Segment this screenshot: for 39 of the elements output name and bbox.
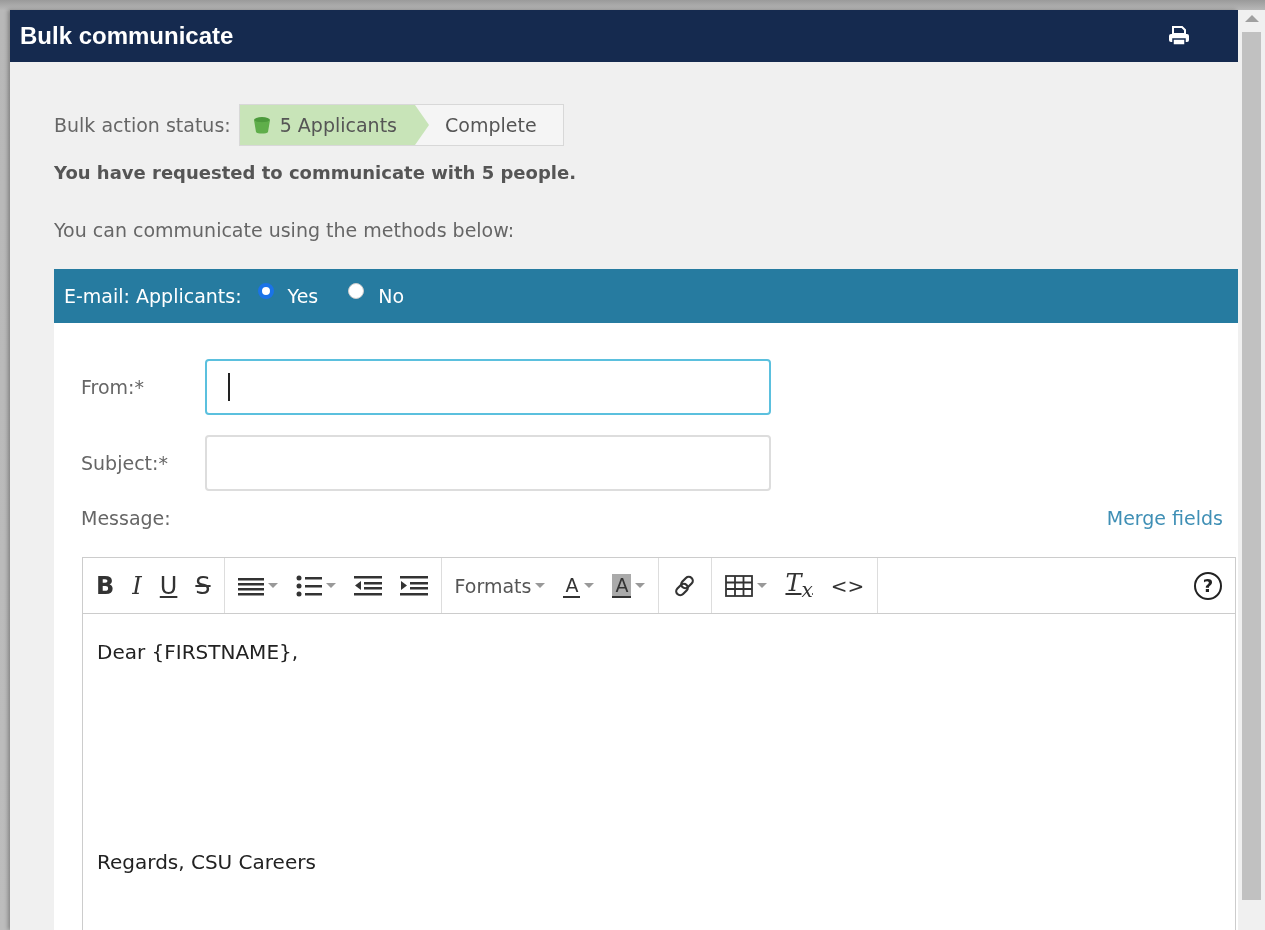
radio-label[interactable]: Yes [287, 285, 319, 307]
radio-label[interactable]: No [378, 285, 405, 307]
align-icon [237, 575, 264, 596]
merge-fields-link[interactable]: Merge fields [1106, 507, 1223, 529]
table-icon [725, 574, 754, 597]
message-editor[interactable]: B I U S Formats A A T$_{x}$ <> ? Dear {FIRSTNAME}, Regards, CSU Careers [82, 557, 1236, 930]
source-code-button[interactable]: <> [823, 569, 872, 602]
input-field[interactable] [205, 435, 771, 491]
radio-button[interactable] [348, 283, 365, 299]
print-icon[interactable] [1168, 26, 1190, 46]
summary-text: You have requested to communicate with 5 people. [54, 162, 577, 183]
status-label: Bulk action status: [54, 114, 231, 136]
scrollbar[interactable] [1238, 10, 1265, 930]
indent-icon [399, 574, 428, 597]
message-body[interactable]: Dear {FIRSTNAME}, Regards, CSU Careers [83, 614, 1235, 930]
radio-button[interactable] [257, 283, 274, 299]
message-text: Regards, CSU Careers [97, 850, 317, 874]
email-label: E-mail: Applicants: [64, 285, 242, 307]
strikethrough-button[interactable]: S [188, 567, 218, 604]
bold-button[interactable]: B [89, 567, 122, 604]
intro-text: You can communicate using the methods below: [54, 219, 516, 241]
italic-button[interactable]: I [125, 567, 149, 604]
message-text: Dear {FIRSTNAME}, [97, 640, 300, 664]
background-color-button[interactable]: A [605, 569, 653, 602]
underline-button[interactable]: U [152, 567, 185, 604]
bucket-icon [251, 115, 272, 135]
field-label: From:* [81, 376, 145, 398]
bullet-list-icon [295, 574, 322, 597]
input-field[interactable] [205, 359, 771, 415]
clear-formatting-button[interactable]: T$_{x}$ [778, 565, 820, 606]
field-label: Subject:* [81, 452, 169, 474]
formats-dropdown[interactable]: Formats [447, 570, 553, 601]
status-step: 5 Applicants [239, 105, 429, 145]
scrollbar-thumb[interactable] [1242, 32, 1261, 900]
message-label: Message: [81, 507, 172, 529]
outdent-icon [353, 574, 382, 597]
text-color-button[interactable]: A [556, 569, 602, 602]
status-step: Complete [429, 105, 563, 145]
window-title: Bulk communicate [20, 22, 234, 50]
